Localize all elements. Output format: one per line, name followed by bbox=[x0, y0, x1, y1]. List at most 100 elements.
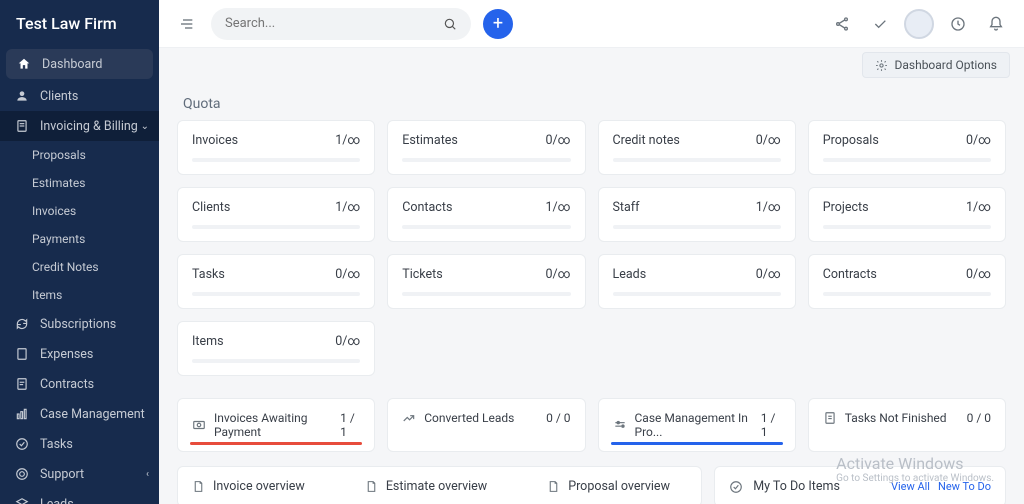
clock-icon[interactable] bbox=[944, 10, 972, 38]
quota-card[interactable]: Proposals0/∞ bbox=[808, 120, 1006, 175]
quota-value: 1/∞ bbox=[966, 200, 991, 215]
content: Quota Invoices1/∞Estimates0/∞Credit note… bbox=[159, 82, 1024, 504]
nav-leads[interactable]: Leads bbox=[0, 489, 159, 504]
nav-label: Payments bbox=[32, 232, 85, 246]
nav-tasks[interactable]: Tasks bbox=[0, 429, 159, 459]
stat-label: Tasks Not Finished bbox=[845, 411, 947, 425]
share-icon[interactable] bbox=[828, 10, 856, 38]
progress-bar bbox=[402, 292, 570, 296]
nav-expenses[interactable]: Expenses bbox=[0, 339, 159, 369]
progress-bar bbox=[192, 225, 360, 229]
quota-label: Tasks bbox=[192, 267, 225, 282]
overview-label: Estimate overview bbox=[386, 479, 487, 494]
file-icon bbox=[14, 346, 30, 362]
todo-view-all-link[interactable]: View All bbox=[891, 480, 930, 493]
overview-item[interactable]: Proposal overview bbox=[547, 479, 670, 494]
quota-value: 1/∞ bbox=[756, 200, 781, 215]
progress-bar bbox=[823, 225, 991, 229]
nav-label: Estimates bbox=[32, 176, 85, 190]
subnav-proposals[interactable]: Proposals bbox=[0, 141, 159, 169]
nav-label: Credit Notes bbox=[32, 260, 99, 274]
refresh-icon bbox=[14, 316, 30, 332]
overview-item[interactable]: Invoice overview bbox=[192, 479, 305, 494]
subnav-credit-notes[interactable]: Credit Notes bbox=[0, 253, 159, 281]
quota-value: 0/∞ bbox=[966, 133, 991, 148]
quota-card[interactable]: Invoices1/∞ bbox=[177, 120, 375, 175]
add-button[interactable]: + bbox=[483, 9, 513, 39]
subnav-estimates[interactable]: Estimates bbox=[0, 169, 159, 197]
subnav-invoices[interactable]: Invoices bbox=[0, 197, 159, 225]
stat-card[interactable]: Invoices Awaiting Payment1 / 1 bbox=[177, 398, 375, 452]
quota-card[interactable]: Projects1/∞ bbox=[808, 187, 1006, 242]
subnav-items[interactable]: Items bbox=[0, 281, 159, 309]
nav-contracts[interactable]: Contracts bbox=[0, 369, 159, 399]
progress-bar bbox=[402, 225, 570, 229]
quota-card[interactable]: Leads0/∞ bbox=[598, 254, 796, 309]
check-icon[interactable] bbox=[866, 10, 894, 38]
overview-label: Proposal overview bbox=[568, 479, 670, 494]
todo-card: My To Do Items View All New To Do bbox=[714, 466, 1006, 504]
options-strip: Dashboard Options bbox=[159, 48, 1024, 82]
quota-label: Credit notes bbox=[613, 133, 680, 148]
nav-label: Clients bbox=[40, 89, 78, 104]
quota-value: 0/∞ bbox=[545, 267, 570, 282]
todo-new-link[interactable]: New To Do bbox=[938, 480, 991, 493]
subnav-payments[interactable]: Payments bbox=[0, 225, 159, 253]
topbar: + bbox=[159, 0, 1024, 48]
quota-label: Invoices bbox=[192, 133, 238, 148]
check-circle-icon bbox=[729, 480, 743, 494]
quota-card[interactable]: Contracts0/∞ bbox=[808, 254, 1006, 309]
quota-label: Clients bbox=[192, 200, 230, 215]
nav-support[interactable]: Support ‹ bbox=[0, 459, 159, 489]
stat-underline bbox=[190, 442, 362, 445]
overview-label: Invoice overview bbox=[213, 479, 305, 494]
quota-value: 1/∞ bbox=[335, 200, 360, 215]
stat-icon bbox=[192, 418, 206, 432]
overview-item[interactable]: Estimate overview bbox=[365, 479, 487, 494]
bell-icon[interactable] bbox=[982, 10, 1010, 38]
nav-label: Subscriptions bbox=[40, 317, 116, 332]
nav-dashboard[interactable]: Dashboard bbox=[6, 49, 153, 79]
nav-invoicing-billing[interactable]: Invoicing & Billing ⌄ bbox=[0, 111, 159, 141]
quota-label: Tickets bbox=[402, 267, 442, 282]
nav-subscriptions[interactable]: Subscriptions bbox=[0, 309, 159, 339]
quota-card[interactable]: Estimates0/∞ bbox=[387, 120, 585, 175]
stat-icon bbox=[823, 411, 837, 425]
quota-card[interactable]: Tickets 0/∞ bbox=[387, 254, 585, 309]
sidebar: Test Law Firm Dashboard Clients Invoicin… bbox=[0, 0, 159, 504]
quota-card[interactable]: Contacts1/∞ bbox=[387, 187, 585, 242]
stat-icon bbox=[613, 418, 627, 432]
stat-card[interactable]: Tasks Not Finished0 / 0 bbox=[808, 398, 1006, 452]
search-box[interactable] bbox=[211, 8, 471, 40]
menu-toggle-button[interactable] bbox=[173, 10, 201, 38]
file-text-icon bbox=[14, 376, 30, 392]
document-icon bbox=[14, 118, 30, 134]
quota-card[interactable]: Tasks0/∞ bbox=[177, 254, 375, 309]
quota-value: 0/∞ bbox=[756, 267, 781, 282]
avatar[interactable] bbox=[904, 9, 934, 39]
user-icon bbox=[14, 88, 30, 104]
search-input[interactable] bbox=[225, 16, 443, 31]
file-icon bbox=[192, 480, 205, 493]
quota-card[interactable]: Credit notes0/∞ bbox=[598, 120, 796, 175]
stat-label: Case Management In Pro... bbox=[635, 411, 753, 439]
progress-bar bbox=[823, 292, 991, 296]
nav-label: Tasks bbox=[40, 437, 73, 452]
nav-case-management[interactable]: Case Management bbox=[0, 399, 159, 429]
nav-clients[interactable]: Clients bbox=[0, 81, 159, 111]
stat-card[interactable]: Case Management In Pro...1 / 1 bbox=[598, 398, 796, 452]
progress-bar bbox=[613, 158, 781, 162]
quota-card[interactable]: Clients 1/∞ bbox=[177, 187, 375, 242]
gear-icon bbox=[875, 59, 888, 72]
nav-label: Items bbox=[32, 288, 62, 302]
stat-card[interactable]: Converted Leads0 / 0 bbox=[387, 398, 585, 452]
layers-icon bbox=[14, 496, 30, 504]
dashboard-options-button[interactable]: Dashboard Options bbox=[862, 52, 1010, 78]
dashboard-options-label: Dashboard Options bbox=[894, 58, 997, 72]
quota-value: 0/∞ bbox=[545, 133, 570, 148]
overview-card: Invoice overview Estimate overview Proposa… bbox=[177, 466, 702, 504]
progress-bar bbox=[823, 158, 991, 162]
quota-card[interactable]: Staff1/∞ bbox=[598, 187, 796, 242]
quota-card[interactable]: Items0/∞ bbox=[177, 321, 375, 376]
quota-label: Contracts bbox=[823, 267, 877, 282]
